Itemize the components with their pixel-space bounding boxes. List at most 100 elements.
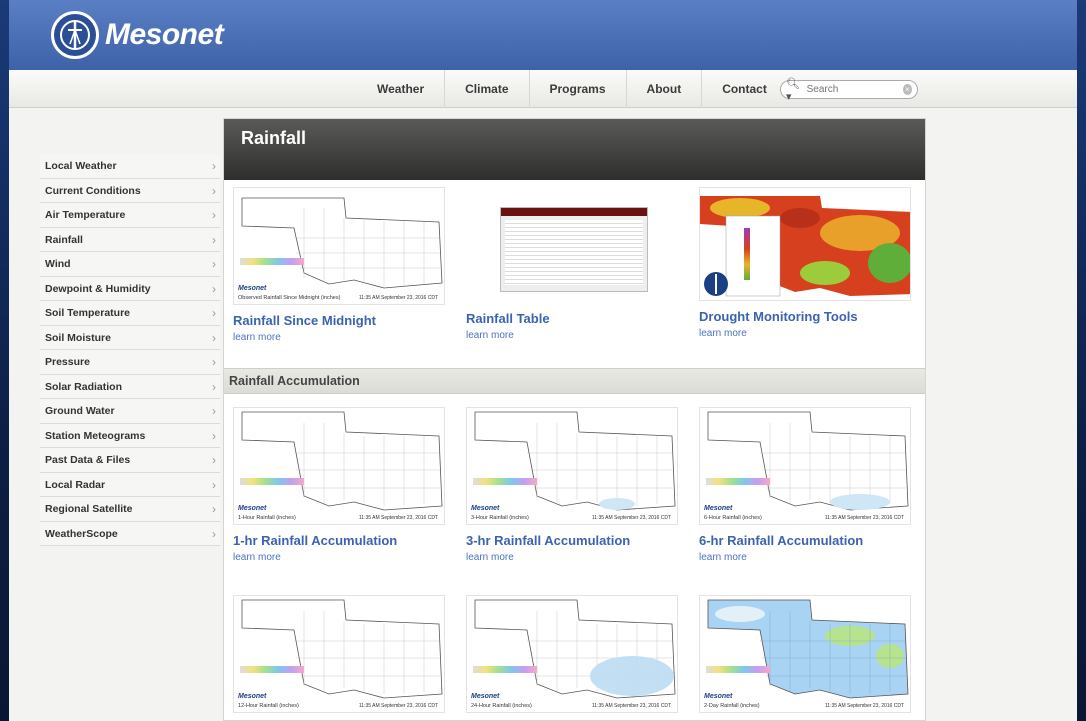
search-input[interactable]	[806, 84, 899, 95]
card-3hr-accumulation: Mesonet 3-Hour Rainfall (inches) 11:35 A…	[466, 407, 682, 563]
nav-menu: Weather Climate Programs About Contact	[357, 70, 787, 108]
card-2day-accumulation: Mesonet 2-Day Rainfall (inches) 11:35 AM…	[699, 595, 915, 713]
rainfall-map-thumbnail[interactable]: Mesonet 3-Hour Rainfall (inches) 11:35 A…	[466, 407, 678, 525]
chevron-right-icon: ›	[212, 183, 216, 198]
map-legend	[473, 666, 537, 673]
map-caption: 6-Hour Rainfall (inches)	[704, 515, 762, 521]
sidebar-item-label: WeatherScope	[45, 527, 118, 540]
chevron-right-icon: ›	[212, 502, 216, 516]
sidebar-item-dewpoint-humidity[interactable]: Dewpoint & Humidity ›	[40, 276, 220, 301]
card-title[interactable]: Rainfall Table	[466, 311, 682, 326]
nav-about[interactable]: About	[627, 70, 703, 108]
sidebar-item-solar-radiation[interactable]: Solar Radiation ›	[40, 374, 220, 399]
map-logo: Mesonet	[471, 693, 500, 700]
card-24hr-accumulation: Mesonet 24-Hour Rainfall (inches) 11:35 …	[466, 595, 682, 713]
nav-programs[interactable]: Programs	[530, 70, 627, 108]
sidebar-item-label: Past Data & Files	[45, 454, 131, 466]
map-timestamp: 11:35 AM September 23, 2016 CDT	[824, 515, 904, 521]
mesonet-logo[interactable]: Mesonet	[51, 11, 224, 59]
search-box: 🔍︎▾ ×	[780, 78, 918, 103]
rainfall-map-thumbnail[interactable]: Mesonet Observed Rainfall Since Midnight…	[233, 187, 445, 305]
rainfall-map-thumbnail[interactable]: Mesonet 24-Hour Rainfall (inches) 11:35 …	[466, 595, 678, 713]
sidebar-item-air-temperature[interactable]: Air Temperature ›	[40, 203, 220, 228]
card-title[interactable]: Rainfall Since Midnight	[233, 313, 449, 328]
search-icon[interactable]: 🔍︎▾	[786, 77, 803, 103]
sidebar-item-rainfall[interactable]: Rainfall ›	[40, 227, 220, 252]
sidebar-item-label: Pressure	[45, 356, 90, 368]
chevron-right-icon: ›	[212, 257, 216, 271]
sidebar-item-past-data[interactable]: Past Data & Files ›	[40, 448, 220, 473]
drought-map-thumbnail[interactable]	[699, 187, 911, 301]
card-title[interactable]: Drought Monitoring Tools	[699, 309, 915, 324]
nav-contact[interactable]: Contact	[702, 70, 787, 108]
chevron-right-icon: ›	[212, 159, 216, 173]
chevron-right-icon: ›	[212, 281, 216, 296]
chevron-right-icon: ›	[212, 526, 216, 541]
chevron-right-icon: ›	[212, 453, 216, 467]
sidebar-menu: Local Weather › Current Conditions › Air T…	[40, 154, 220, 546]
learn-more-link[interactable]: learn more	[699, 328, 915, 339]
rainfall-table-thumbnail[interactable]	[466, 187, 678, 305]
map-timestamp: 11:35 AM September 23, 2016 CDT	[358, 703, 438, 709]
nav-weather[interactable]: Weather	[357, 70, 446, 108]
map-legend	[706, 666, 770, 673]
chevron-right-icon: ›	[212, 355, 216, 369]
map-legend	[473, 478, 537, 485]
sidebar-item-local-radar[interactable]: Local Radar ›	[40, 472, 220, 497]
map-logo: Mesonet	[238, 285, 267, 292]
map-caption: 1-Hour Rainfall (inches)	[238, 515, 296, 521]
rainfall-map-thumbnail[interactable]: Mesonet 1-Hour Rainfall (inches) 11:35 A…	[233, 407, 445, 525]
nav-bar: Weather Climate Programs About Contact 🔍…	[9, 70, 1077, 108]
site-header: Mesonet	[9, 0, 1077, 70]
sidebar-item-station-meteograms[interactable]: Station Meteograms ›	[40, 423, 220, 448]
map-logo: Mesonet	[704, 505, 733, 512]
clear-search-icon[interactable]: ×	[902, 84, 912, 95]
rainfall-map-thumbnail[interactable]: Mesonet 2-Day Rainfall (inches) 11:35 AM…	[699, 595, 911, 713]
learn-more-link[interactable]: learn more	[233, 552, 449, 563]
sidebar-item-soil-moisture[interactable]: Soil Moisture ›	[40, 325, 220, 350]
card-title[interactable]: 1-hr Rainfall Accumulation	[233, 533, 449, 548]
logo-text: Mesonet	[105, 18, 224, 51]
sidebar-item-pressure[interactable]: Pressure ›	[40, 350, 220, 375]
sidebar-item-ground-water[interactable]: Ground Water ›	[40, 399, 220, 424]
chevron-right-icon: ›	[212, 477, 216, 492]
learn-more-link[interactable]: learn more	[466, 552, 682, 563]
sidebar-item-label: Local Radar	[45, 478, 106, 491]
sidebar-item-wind[interactable]: Wind ›	[40, 252, 220, 277]
map-logo: Mesonet	[238, 693, 267, 700]
card-drought-monitoring: Drought Monitoring Tools learn more	[699, 187, 915, 339]
sidebar-item-label: Air Temperature	[45, 209, 126, 221]
nav-climate[interactable]: Climate	[445, 70, 530, 108]
sidebar-item-weatherscope[interactable]: WeatherScope ›	[40, 521, 220, 546]
chevron-right-icon: ›	[212, 232, 216, 247]
section-title: Rainfall Accumulation	[224, 368, 925, 394]
map-caption: 12-Hour Rainfall (inches)	[238, 703, 299, 709]
page: Mesonet Weather Climate Programs About C…	[9, 0, 1077, 721]
sidebar-item-regional-satellite[interactable]: Regional Satellite ›	[40, 497, 220, 522]
learn-more-link[interactable]: learn more	[699, 552, 915, 563]
table-preview-rows	[505, 220, 643, 285]
map-logo: Mesonet	[471, 505, 500, 512]
map-logo: Mesonet	[704, 693, 733, 700]
chevron-right-icon: ›	[212, 330, 216, 345]
sidebar-item-soil-temperature[interactable]: Soil Temperature ›	[40, 301, 220, 326]
table-preview	[500, 207, 648, 292]
map-caption: 2-Day Rainfall (inches)	[704, 703, 760, 709]
sidebar-item-local-weather[interactable]: Local Weather ›	[40, 154, 220, 179]
rainfall-map-thumbnail[interactable]: Mesonet 12-Hour Rainfall (inches) 11:35 …	[233, 595, 445, 713]
learn-more-link[interactable]: learn more	[466, 330, 682, 341]
card-12hr-accumulation: Mesonet 12-Hour Rainfall (inches) 11:35 …	[233, 595, 449, 713]
card-title[interactable]: 6-hr Rainfall Accumulation	[699, 533, 915, 548]
chevron-right-icon: ›	[212, 306, 216, 320]
sidebar-item-label: Wind	[45, 258, 71, 270]
chevron-right-icon: ›	[212, 379, 216, 394]
main-content: Rainfall Mesonet Observed Rainfall Since…	[223, 118, 926, 721]
map-caption: Observed Rainfall Since Midnight (inches…	[238, 295, 341, 301]
rainfall-map-thumbnail[interactable]: Mesonet 6-Hour Rainfall (inches) 11:35 A…	[699, 407, 911, 525]
chevron-right-icon: ›	[212, 428, 216, 443]
sidebar-item-current-conditions[interactable]: Current Conditions ›	[40, 178, 220, 203]
sidebar-item-label: Ground Water	[45, 405, 115, 417]
sidebar-item-label: Regional Satellite	[45, 503, 133, 515]
learn-more-link[interactable]: learn more	[233, 332, 449, 343]
card-title[interactable]: 3-hr Rainfall Accumulation	[466, 533, 682, 548]
